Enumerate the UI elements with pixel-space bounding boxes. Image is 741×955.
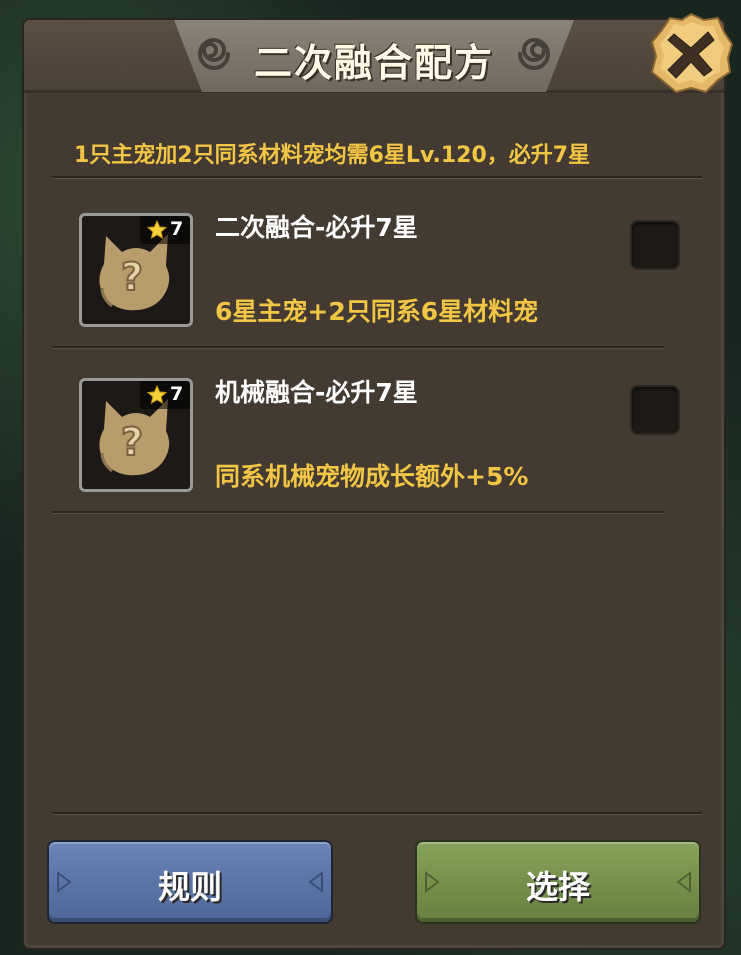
recipe-item[interactable]: ? 7 机械融合-必升7星 同系机械宠物成长额外+5% [74,355,686,515]
game-background: 二次融合配方 1只主宠加2只同系材料宠均需6星Lv.120，必升7星 ? 7 二… [0,0,741,955]
pet-icon-frame: ? 7 [79,378,193,492]
star-badge: 7 [140,216,190,244]
arrow-left-icon [308,871,323,893]
recipe-checkbox[interactable] [630,220,680,270]
close-icon[interactable] [648,10,734,96]
recipe-checkbox[interactable] [630,385,680,435]
divider [52,176,702,179]
pet-icon-frame: ? 7 [79,213,193,327]
divider [52,812,702,815]
divider [52,511,664,514]
recipe-description: 6星主宠+2只同系6星材料宠 [215,297,539,326]
choose-button[interactable]: 选择 [415,840,701,924]
arrow-left-icon [676,871,691,893]
recipe-item[interactable]: ? 7 二次融合-必升7星 6星主宠+2只同系6星材料宠 [74,190,686,350]
rules-button[interactable]: 规则 [47,840,333,924]
rules-button-label: 规则 [157,868,222,906]
choose-button-label: 选择 [525,868,590,906]
star-icon [146,219,168,240]
recipe-name: 二次融合-必升7星 [215,213,418,242]
star-level: 7 [170,218,184,240]
star-icon [146,384,168,405]
dialog-title: 二次融合配方 [253,41,494,85]
star-level: 7 [170,383,184,405]
recipe-name: 机械融合-必升7星 [215,378,418,407]
dialog-header: 二次融合配方 [24,20,724,93]
recipe-dialog: 二次融合配方 1只主宠加2只同系材料宠均需6星Lv.120，必升7星 ? 7 二… [22,18,726,950]
star-badge: 7 [140,381,190,409]
recipe-requirement-text: 1只主宠加2只同系材料宠均需6星Lv.120，必升7星 [74,143,591,168]
svg-text:?: ? [121,255,143,299]
divider [52,346,664,349]
recipe-description: 同系机械宠物成长额外+5% [215,462,529,491]
svg-text:?: ? [121,420,143,464]
